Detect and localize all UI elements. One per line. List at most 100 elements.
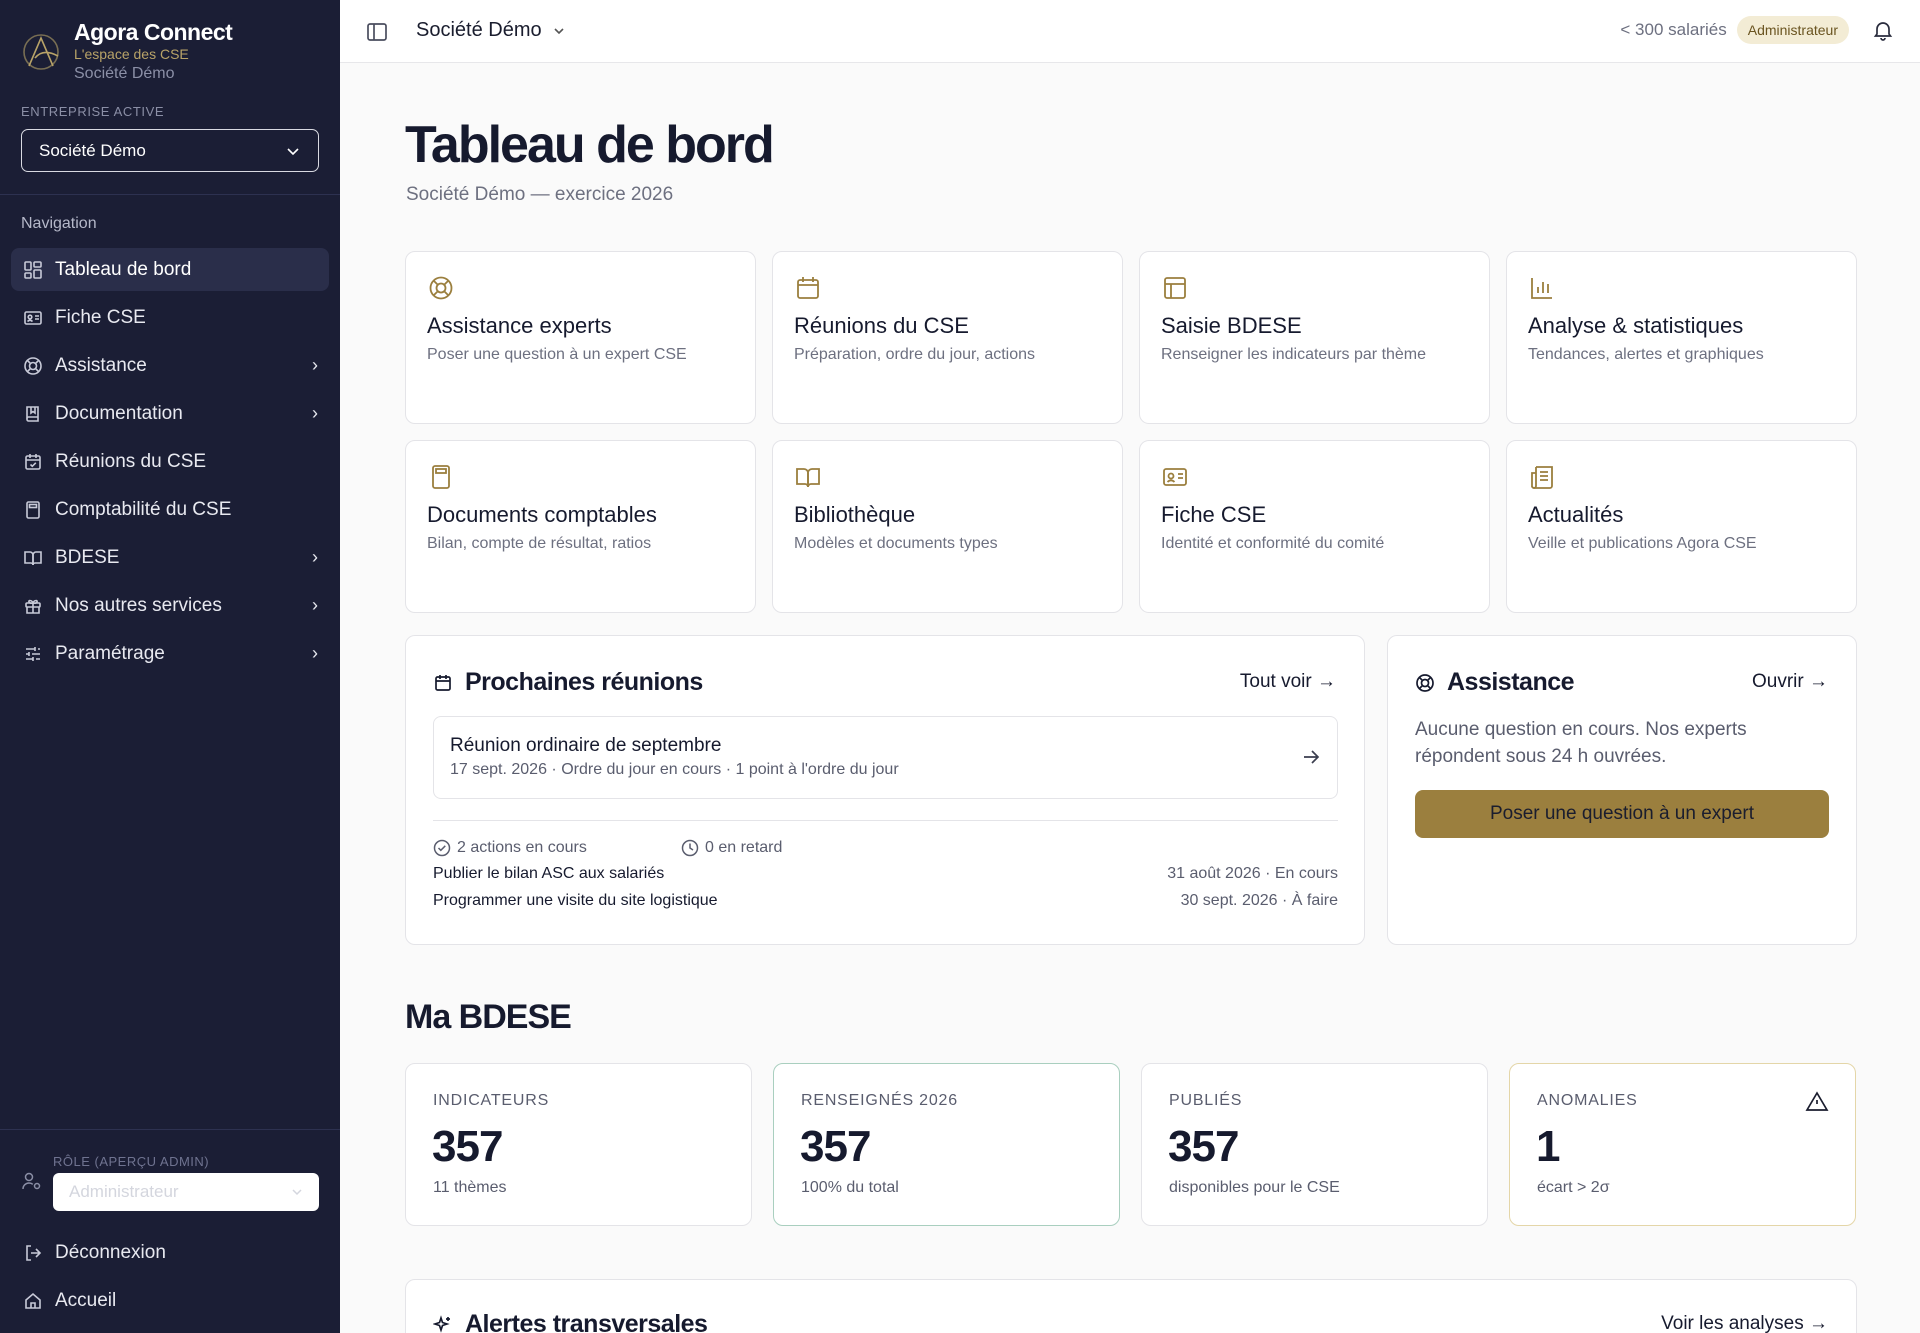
brand: Agora Connect L'espace des CSE Société D… (20, 18, 233, 85)
lifebuoy-icon (429, 276, 453, 300)
sidebar-item-documentation[interactable]: Documentation › (11, 392, 329, 435)
alerts-see-analyses-link[interactable]: Voir les analyses → (1661, 1313, 1828, 1333)
role-badge: Administrateur (1736, 16, 1849, 44)
tile-subtitle: Identité et conformité du comité (1161, 535, 1385, 552)
sidebar: Agora Connect L'espace des CSE Société D… (0, 0, 340, 1333)
tile-title: Réunions du CSE (794, 313, 969, 338)
kpi-label: Publiés (1169, 1092, 1243, 1109)
calendar-icon (797, 277, 819, 299)
meetings-title: Prochaines réunions (465, 668, 703, 696)
tile-saisie-bdese[interactable]: Saisie BDESE Renseigner les indicateurs … (1139, 251, 1490, 424)
dashboard-icon (22, 259, 44, 281)
sidebar-nav: Tableau de bord Fiche CSE Assistance › D… (11, 248, 329, 680)
sparkles-icon (433, 1314, 450, 1333)
sidebar-item-label: Paramétrage (55, 642, 165, 664)
meetings-see-all-link[interactable]: Tout voir → (1240, 671, 1336, 693)
action-label: Programmer une visite du site logistique (433, 892, 718, 909)
tile-title: Saisie BDESE (1161, 313, 1302, 338)
alerts-title: Alertes transversales (465, 1310, 708, 1333)
kpi-subtext: disponibles pour le CSE (1169, 1179, 1340, 1196)
sidebar-item-reunions[interactable]: Réunions du CSE (11, 440, 329, 483)
check-circle-icon (433, 839, 451, 857)
actions-late: 0 en retard (681, 839, 782, 857)
gift-icon (22, 595, 44, 617)
sidebar-item-comptabilite[interactable]: Comptabilité du CSE (11, 488, 329, 531)
nav-title: Navigation (21, 215, 97, 232)
tile-title: Fiche CSE (1161, 502, 1267, 527)
warning-icon (1805, 1091, 1829, 1111)
tile-bibliotheque[interactable]: Bibliothèque Modèles et documents types (772, 440, 1123, 613)
tile-subtitle: Préparation, ordre du jour, actions (794, 346, 1036, 363)
assistance-title: Assistance (1447, 668, 1575, 696)
sidebar-item-label: Comptabilité du CSE (55, 498, 232, 520)
kpi-value: 357 (432, 1122, 503, 1171)
role-select[interactable]: Administrateur (53, 1173, 319, 1211)
id-card-icon (1163, 468, 1187, 486)
tile-subtitle: Veille et publications Agora CSE (1528, 535, 1757, 552)
role-value: Administrateur (69, 1182, 179, 1201)
entreprise-select[interactable]: Société Démo (21, 129, 319, 172)
kpi-anomalies: Anomalies 1 écart > 2σ (1509, 1063, 1856, 1226)
tile-analyse[interactable]: Analyse & statistiques Tendances, alerte… (1506, 251, 1857, 424)
sidebar-item-bdese[interactable]: BDESE › (11, 536, 329, 579)
open-book-icon (22, 547, 44, 569)
brand-tagline: L'espace des CSE (74, 46, 189, 62)
tile-fiche-cse[interactable]: Fiche CSE Identité et conformité du comi… (1139, 440, 1490, 613)
action-meta: 31 août 2026 · En cours (1167, 865, 1338, 882)
alerts-panel: Alertes transversales Voir les analyses … (405, 1279, 1857, 1333)
kpi-subtext: 11 thèmes (433, 1179, 507, 1196)
table-icon (1164, 277, 1186, 299)
sidebar-toggle-icon[interactable] (365, 20, 389, 44)
company-switcher[interactable]: Société Démo (416, 19, 566, 42)
tile-reunions[interactable]: Réunions du CSE Préparation, ordre du jo… (772, 251, 1123, 424)
sidebar-item-label: BDESE (55, 546, 120, 568)
home-icon (22, 1290, 44, 1312)
newspaper-icon (1531, 466, 1553, 489)
ask-expert-button[interactable]: Poser une question à un expert (1415, 790, 1829, 838)
sidebar-item-tableau-de-bord[interactable]: Tableau de bord (11, 248, 329, 291)
tile-assistance-experts[interactable]: Assistance experts Poser une question à … (405, 251, 756, 424)
tile-subtitle: Modèles et documents types (794, 535, 998, 552)
divider (0, 1129, 340, 1130)
kpi-publies: Publiés 357 disponibles pour le CSE (1141, 1063, 1488, 1226)
kpi-subtext: écart > 2σ (1537, 1179, 1610, 1196)
user-cog-icon (22, 1172, 41, 1190)
chevron-right-icon: › (312, 403, 318, 423)
action-row[interactable]: Programmer une visite du site logistique… (433, 892, 1338, 910)
sidebar-item-parametrage[interactable]: Paramétrage › (11, 632, 329, 675)
late-count: 0 en retard (705, 839, 783, 856)
bell-icon[interactable] (1871, 18, 1895, 42)
assistance-open-link[interactable]: Ouvrir → (1752, 671, 1828, 693)
home-label: Accueil (55, 1289, 117, 1311)
topbar: Société Démo < 300 salariés Administrate… (340, 0, 1920, 63)
tile-documents-comptables[interactable]: Documents comptables Bilan, compte de ré… (405, 440, 756, 613)
divider (433, 820, 1338, 821)
kpi-indicateurs: Indicateurs 357 11 thèmes (405, 1063, 752, 1226)
employee-count: < 300 salariés (1620, 20, 1727, 39)
meetings-panel: Prochaines réunions Tout voir → Réunion … (405, 635, 1365, 945)
brand-name: Agora Connect (74, 19, 233, 45)
logout-button[interactable]: Déconnexion (11, 1231, 329, 1274)
sidebar-item-fiche-cse[interactable]: Fiche CSE (11, 296, 329, 339)
page-title: Tableau de bord (405, 116, 775, 174)
sidebar-item-assistance[interactable]: Assistance › (11, 344, 329, 387)
lifebuoy-icon (1416, 673, 1434, 692)
tile-title: Actualités (1528, 502, 1624, 527)
divider (0, 194, 340, 195)
sidebar-item-label: Nos autres services (55, 594, 222, 616)
tile-title: Documents comptables (427, 502, 657, 527)
kpi-value: 1 (1536, 1122, 1561, 1171)
tile-actualites[interactable]: Actualités Veille et publications Agora … (1506, 440, 1857, 613)
sidebar-item-autres-services[interactable]: Nos autres services › (11, 584, 329, 627)
entreprise-label: Entreprise active (21, 104, 165, 119)
kpi-label: Renseignés 2026 (801, 1092, 958, 1109)
meeting-card[interactable]: Réunion ordinaire de septembre 17 sept. … (433, 716, 1338, 799)
assistance-panel: Assistance Ouvrir → Aucune question en c… (1387, 635, 1857, 945)
page-subtitle: Société Démo — exercice 2026 (406, 184, 674, 205)
action-row[interactable]: Publier le bilan ASC aux salariés 31 aoû… (433, 865, 1338, 883)
agora-logo-icon (23, 34, 59, 70)
home-link[interactable]: Accueil (11, 1279, 329, 1322)
sidebar-item-label: Fiche CSE (55, 306, 146, 328)
bdese-section-title: Ma BDESE (405, 998, 572, 1036)
tile-subtitle: Tendances, alertes et graphiques (1528, 346, 1764, 363)
